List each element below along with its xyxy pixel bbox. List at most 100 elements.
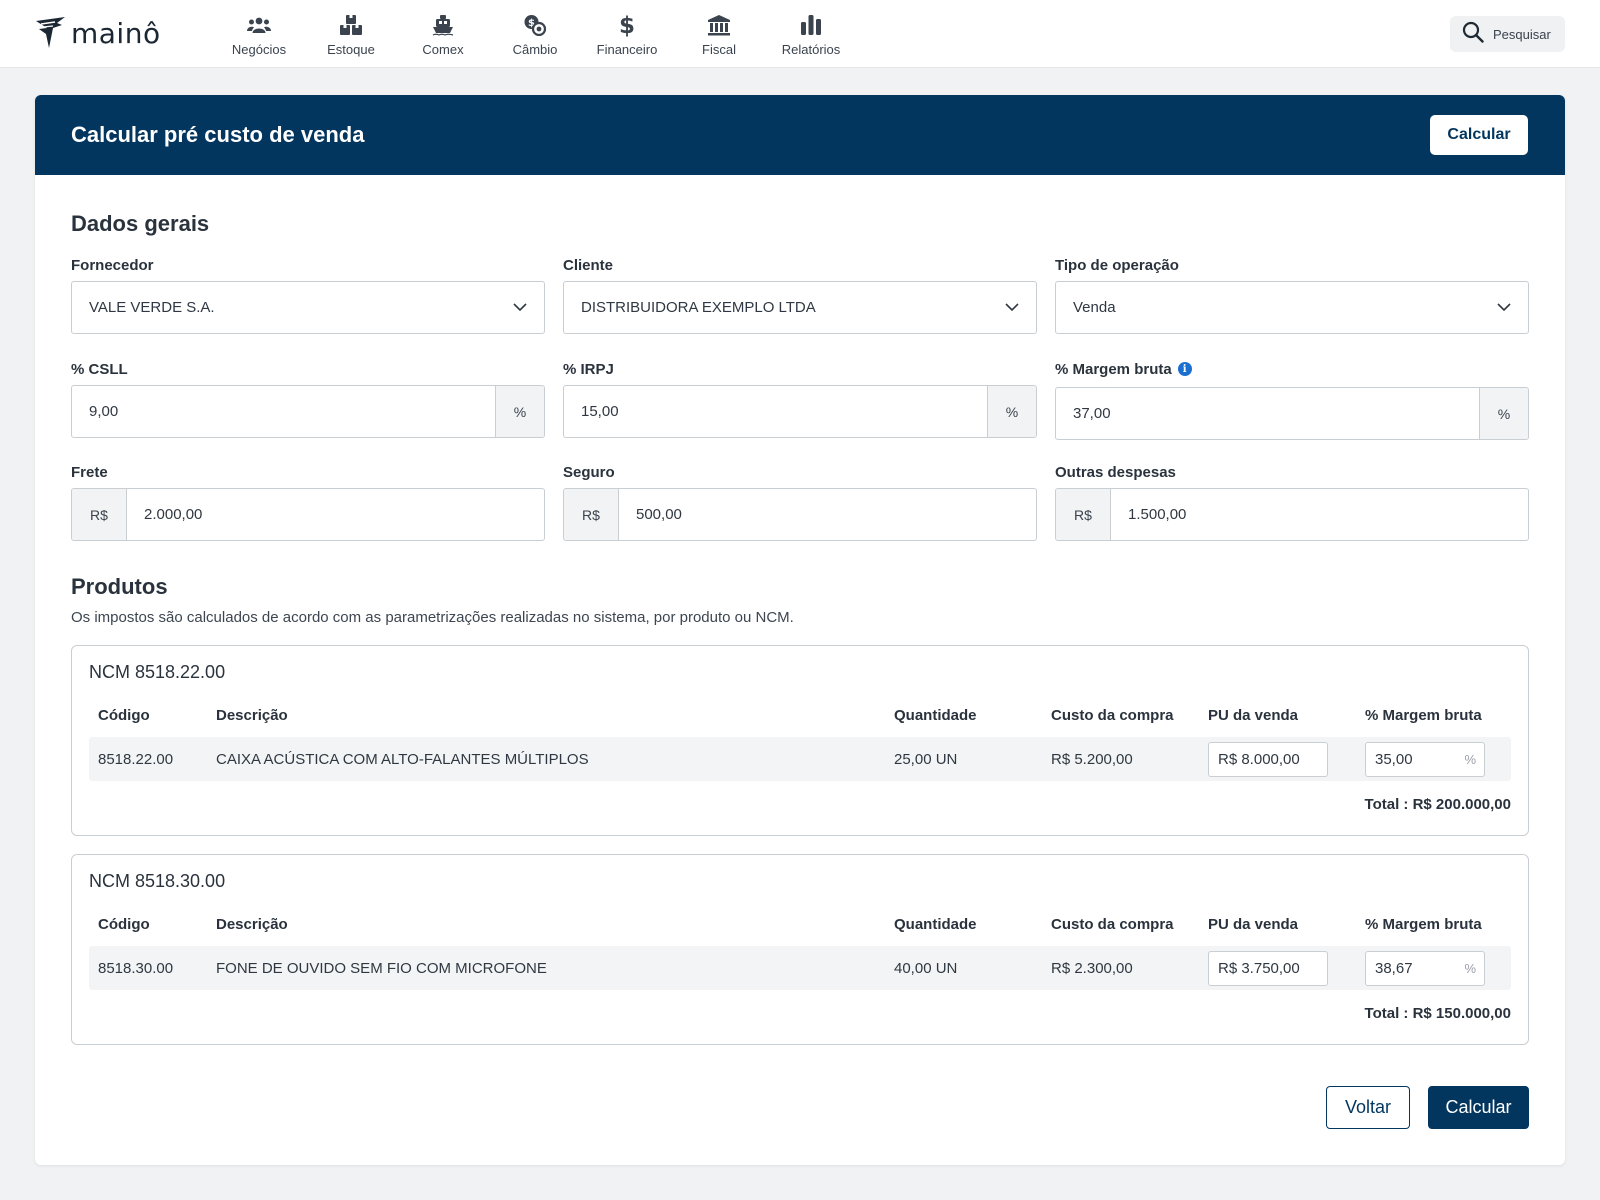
col-codigo: Código	[98, 706, 150, 724]
cell-margem: 38,67 %	[1365, 950, 1506, 986]
coins-exchange-icon: $	[523, 12, 547, 38]
cell-codigo: 8518.22.00	[98, 750, 174, 768]
general-row-costs: Frete R$ 2.000,00 Seguro R$ 500,00 Outra…	[71, 462, 1529, 541]
products-section-title: Produtos	[71, 574, 168, 599]
col-quantidade: Quantidade	[894, 706, 977, 724]
cliente-label: Cliente	[563, 256, 614, 274]
col-pu-venda: PU da venda	[1208, 706, 1299, 724]
search-icon	[1462, 21, 1484, 48]
margem-input[interactable]: 37,00 %	[1055, 387, 1529, 440]
cell-margem: 35,00 %	[1365, 741, 1506, 777]
pre-cost-card: Calcular pré custo de venda Calcular Dad…	[35, 95, 1565, 1165]
margem-row-input[interactable]: 35,00 %	[1365, 741, 1485, 777]
frete-input[interactable]: R$ 2.000,00	[71, 488, 545, 541]
seguro-field: Seguro R$ 500,00	[563, 462, 1037, 541]
nav-item-relatorios[interactable]: Relatórios	[765, 12, 857, 57]
pu-venda-input[interactable]: R$ 8.000,00	[1208, 741, 1328, 777]
svg-text:$: $	[619, 13, 635, 37]
card-header: Calcular pré custo de venda Calcular	[35, 95, 1565, 175]
percent-addon: %	[1479, 388, 1528, 439]
footer-actions: Voltar Calcular	[1326, 1086, 1529, 1129]
nav-item-negocios[interactable]: Negócios	[213, 12, 305, 57]
nav-label-cambio: Câmbio	[512, 42, 558, 57]
fornecedor-field: Fornecedor VALE VERDE S.A.	[71, 255, 545, 334]
frete-label: Frete	[71, 463, 108, 481]
frete-value: 2.000,00	[144, 506, 203, 523]
nav-item-fiscal[interactable]: Fiscal	[673, 12, 765, 57]
general-section-title: Dados gerais	[71, 211, 210, 236]
nav-item-estoque[interactable]: Estoque	[305, 12, 397, 57]
logo[interactable]: mainô	[35, 16, 161, 50]
cell-pu-venda: R$ 3.750,00	[1208, 950, 1365, 986]
cliente-field: Cliente DISTRIBUIDORA EXEMPLO LTDA	[563, 255, 1037, 334]
search-label: Pesquisar	[1493, 26, 1551, 42]
percent-addon: %	[987, 386, 1036, 437]
general-row-percentages: % CSLL 9,00 % % IRPJ 15,00 % % Margem br…	[71, 359, 1529, 440]
margem-value: 37,00	[1073, 405, 1111, 422]
card-body: Dados gerais Fornecedor VALE VERDE S.A. …	[35, 175, 1565, 1045]
col-quantidade: Quantidade	[894, 915, 977, 933]
calculate-header-button[interactable]: Calcular	[1430, 115, 1528, 155]
bar-chart-icon	[800, 12, 822, 38]
outras-despesas-value: 1.500,00	[1128, 506, 1187, 523]
nav-label-estoque: Estoque	[327, 42, 375, 57]
csll-input[interactable]: 9,00 %	[71, 385, 545, 438]
fornecedor-value: VALE VERDE S.A.	[89, 299, 215, 316]
col-margem: % Margem bruta	[1365, 706, 1482, 724]
cell-custo: R$ 5.200,00	[1051, 750, 1133, 768]
table-header: Código Descrição Quantidade Custo da com…	[89, 902, 1511, 946]
percent-addon: %	[495, 386, 544, 437]
col-descricao: Descrição	[216, 915, 288, 933]
cell-descricao: FONE DE OUVIDO SEM FIO COM MICROFONE	[216, 959, 547, 977]
csll-value: 9,00	[89, 403, 119, 420]
cell-quantidade: 25,00 UN	[894, 750, 958, 768]
seguro-label: Seguro	[563, 463, 615, 481]
group-total: Total : R$ 200.000,00	[1364, 796, 1511, 813]
csll-label: % CSLL	[71, 360, 128, 378]
logo-text: mainô	[71, 16, 161, 50]
irpj-label: % IRPJ	[563, 360, 614, 378]
percent-suffix: %	[1464, 751, 1476, 767]
cell-quantidade: 40,00 UN	[894, 959, 958, 977]
nav-label-fiscal: Fiscal	[702, 42, 736, 57]
products-note: Os impostos são calculados de acordo com…	[71, 609, 794, 626]
outras-despesas-field: Outras despesas R$ 1.500,00	[1055, 462, 1529, 541]
percent-suffix: %	[1464, 960, 1476, 976]
page-title: Calcular pré custo de venda	[71, 122, 365, 147]
back-button[interactable]: Voltar	[1326, 1086, 1410, 1129]
cliente-value: DISTRIBUIDORA EXEMPLO LTDA	[581, 299, 816, 316]
irpj-value: 15,00	[581, 403, 619, 420]
nav-item-comex[interactable]: Comex	[397, 12, 489, 57]
pu-venda-value: R$ 8.000,00	[1218, 750, 1300, 768]
col-custo: Custo da compra	[1051, 706, 1174, 724]
ship-icon	[432, 12, 454, 38]
ncm-title: NCM 8518.30.00	[89, 871, 226, 891]
pu-venda-input[interactable]: R$ 3.750,00	[1208, 950, 1328, 986]
nav-label-negocios: Negócios	[231, 42, 287, 57]
users-icon	[247, 12, 271, 38]
boxes-icon	[339, 12, 363, 38]
info-icon[interactable]: i	[1177, 362, 1192, 376]
seguro-input[interactable]: R$ 500,00	[563, 488, 1037, 541]
margem-row-value: 35,00	[1375, 750, 1413, 768]
outras-despesas-label: Outras despesas	[1055, 463, 1176, 481]
margem-row-value: 38,67	[1375, 959, 1413, 977]
fornecedor-select[interactable]: VALE VERDE S.A.	[71, 281, 545, 334]
ncm-group: NCM 8518.30.00 Código Descrição Quantida…	[71, 854, 1529, 1045]
margem-label: % Margem bruta i	[1055, 359, 1529, 379]
main-nav: Negócios Estoque Comex $ Câmbio $ Financ…	[213, 12, 857, 57]
nav-item-cambio[interactable]: $ Câmbio	[489, 12, 581, 57]
margem-row-input[interactable]: 38,67 %	[1365, 950, 1485, 986]
bird-logo-icon	[35, 16, 67, 50]
cell-custo: R$ 2.300,00	[1051, 959, 1133, 977]
fornecedor-label: Fornecedor	[71, 256, 154, 274]
outras-despesas-input[interactable]: R$ 1.500,00	[1055, 488, 1529, 541]
top-navbar: mainô Negócios Estoque Comex $ Câmbio $ …	[0, 0, 1600, 68]
tipo-operacao-select[interactable]: Venda	[1055, 281, 1529, 334]
search-button[interactable]: Pesquisar	[1450, 16, 1565, 52]
irpj-input[interactable]: 15,00 %	[563, 385, 1037, 438]
nav-item-financeiro[interactable]: $ Financeiro	[581, 12, 673, 57]
nav-label-financeiro: Financeiro	[596, 42, 658, 57]
calculate-button[interactable]: Calcular	[1428, 1086, 1529, 1129]
cliente-select[interactable]: DISTRIBUIDORA EXEMPLO LTDA	[563, 281, 1037, 334]
